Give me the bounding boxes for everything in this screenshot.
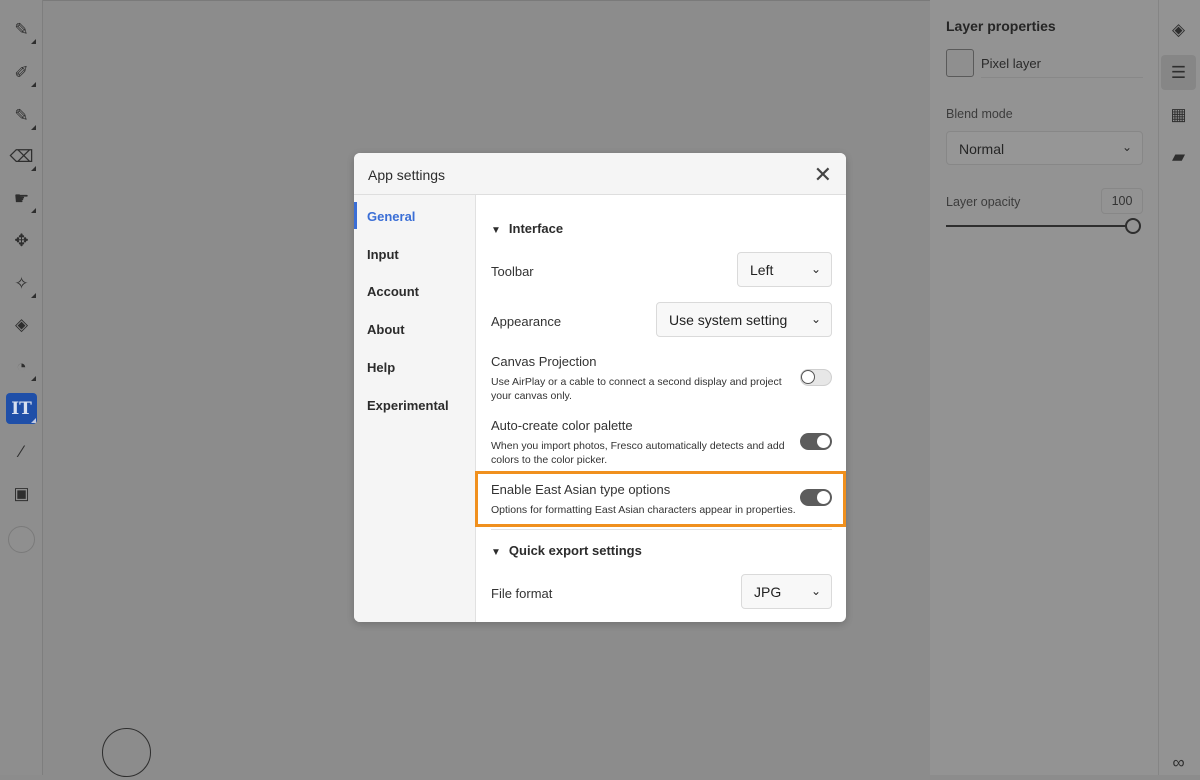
- settings-nav: General Input Account About Help Experim…: [354, 195, 476, 622]
- layers-icon[interactable]: ◈: [1161, 12, 1196, 47]
- submenu-indicator: [31, 39, 36, 44]
- file-format-value: JPG: [754, 584, 782, 600]
- section-title: Interface: [508, 221, 564, 236]
- layer-thumbnail[interactable]: [946, 49, 974, 77]
- toolbar: ✎ ✐ ✎ ⌫ ☛ ✥ ✧ ◈ ◔ IT ⁄ ▣: [0, 0, 43, 775]
- interface-section-toggle[interactable]: ▼ Interface: [491, 221, 563, 236]
- auto-palette-toggle[interactable]: [800, 433, 832, 450]
- layer-properties-panel: Layer properties Pixel layer Blend mode …: [930, 0, 1158, 775]
- blend-mode-value: Normal: [959, 141, 1005, 157]
- nav-general[interactable]: General: [367, 209, 415, 224]
- blend-mode-select[interactable]: Normal ⌄: [946, 131, 1143, 165]
- divider: [491, 529, 832, 530]
- opacity-slider-handle[interactable]: [1125, 218, 1141, 234]
- appearance-select[interactable]: Use system setting ⌄: [656, 302, 832, 337]
- nav-help[interactable]: Help: [367, 360, 395, 375]
- submenu-indicator: [31, 125, 36, 130]
- settings-content: ▼ Interface Toolbar Left ⌄ Appearance Use …: [477, 195, 846, 622]
- toolbar-value: Left: [750, 262, 774, 278]
- place-image-tool-icon[interactable]: ▣: [6, 478, 37, 509]
- live-brush-tool-icon[interactable]: ✐: [6, 57, 37, 88]
- submenu-indicator: [31, 418, 36, 423]
- panel-title: Layer properties: [946, 18, 1056, 34]
- nav-input[interactable]: Input: [367, 247, 399, 262]
- smudge-tool-icon[interactable]: ☛: [6, 183, 37, 214]
- chevron-down-icon: ▼: [491, 547, 501, 558]
- chevron-down-icon: ▼: [491, 225, 501, 236]
- toolbar-label: Toolbar: [491, 264, 534, 279]
- auto-palette-label: Auto-create color palette: [491, 418, 633, 433]
- layer-opacity-label: Layer opacity: [946, 195, 1021, 209]
- layer-name[interactable]: Pixel layer: [981, 56, 1143, 78]
- chevron-down-icon: ⌄: [810, 312, 821, 326]
- dialog-header: App settings ✕: [354, 153, 846, 195]
- toolbar-select[interactable]: Left ⌄: [737, 252, 832, 287]
- section-title: Quick export settings: [508, 543, 642, 558]
- opacity-input[interactable]: 100: [1101, 188, 1143, 214]
- pixel-brush-tool-icon[interactable]: ✎: [6, 14, 37, 45]
- active-indicator: [354, 202, 357, 229]
- export-section-toggle[interactable]: ▼ Quick export settings: [491, 543, 642, 558]
- highlight-box: [475, 471, 846, 527]
- file-format-select[interactable]: JPG ⌄: [741, 574, 832, 609]
- nav-account[interactable]: Account: [367, 284, 419, 299]
- blend-mode-label: Blend mode: [946, 107, 1013, 121]
- canvas-projection-label: Canvas Projection: [491, 354, 597, 369]
- canvas-projection-toggle[interactable]: [800, 369, 832, 386]
- selection-tool-icon[interactable]: ✧: [6, 268, 37, 299]
- submenu-indicator: [31, 166, 36, 171]
- vector-brush-tool-icon[interactable]: ✎: [6, 100, 37, 131]
- eraser-tool-icon[interactable]: ⌫: [6, 141, 37, 172]
- type-tool-icon[interactable]: IT: [6, 393, 37, 424]
- appearance-label: Appearance: [491, 314, 562, 329]
- chevron-down-icon: ⌄: [1121, 140, 1132, 154]
- nav-about[interactable]: About: [367, 322, 405, 337]
- chevron-down-icon: ⌄: [810, 584, 821, 598]
- brush-size-cursor: [102, 728, 151, 777]
- close-icon[interactable]: ✕: [814, 162, 832, 188]
- app-settings-dialog: App settings ✕ General Input Account Abo…: [354, 153, 846, 622]
- auto-palette-desc: When you import photos, Fresco automatic…: [491, 440, 785, 466]
- submenu-indicator: [31, 293, 36, 298]
- submenu-indicator: [31, 82, 36, 87]
- eyedropper-tool-icon[interactable]: ⁄: [6, 436, 37, 467]
- move-transform-tool-icon[interactable]: ✥: [6, 225, 37, 256]
- submenu-indicator: [31, 376, 36, 381]
- comment-icon[interactable]: ▰: [1161, 139, 1196, 174]
- dialog-title: App settings: [368, 167, 446, 183]
- properties-sliders-icon[interactable]: ☰: [1161, 55, 1196, 90]
- fill-tool-icon[interactable]: ◈: [6, 309, 37, 340]
- canvas-projection-desc: Use AirPlay or a cable to connect a seco…: [491, 376, 782, 402]
- file-format-label: File format: [491, 586, 553, 601]
- chevron-down-icon: ⌄: [810, 262, 821, 276]
- nav-experimental[interactable]: Experimental: [367, 398, 449, 413]
- grid-icon[interactable]: ▦: [1161, 97, 1196, 132]
- lasso-tool-icon[interactable]: ◔: [6, 351, 37, 382]
- color-swatch[interactable]: [8, 526, 35, 553]
- appearance-value: Use system setting: [669, 312, 788, 328]
- opacity-slider[interactable]: [946, 225, 1134, 227]
- submenu-indicator: [31, 208, 36, 213]
